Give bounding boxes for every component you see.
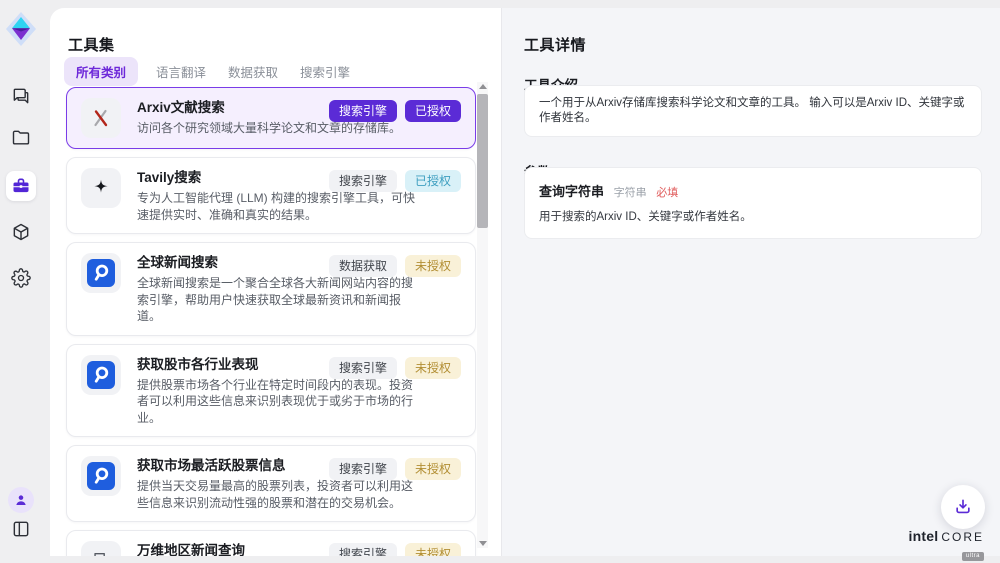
- auth-status-badge: 已授权: [405, 100, 461, 122]
- download-button[interactable]: [941, 485, 985, 529]
- sidebar-rail: [0, 0, 50, 563]
- ultra-badge: ultra: [962, 552, 984, 561]
- toolbox-icon-active[interactable]: [6, 171, 36, 201]
- intro-box: 一个用于从Arxiv存储库搜索科学论文和文章的工具。 输入可以是Arxiv ID…: [524, 85, 982, 137]
- tool-badges: 搜索引擎 未授权: [329, 357, 461, 379]
- param-description: 用于搜索的Arxiv ID、关键字或作者姓名。: [539, 208, 967, 224]
- tool-list-panel: 工具集 所有类别 语言翻译 数据获取 搜索引擎 Arxiv文献搜索 访问各个研究…: [50, 8, 501, 556]
- detail-title: 工具详情: [524, 34, 586, 55]
- category-badge: 搜索引擎: [329, 170, 397, 192]
- settings-gear-icon[interactable]: [11, 268, 31, 288]
- scroll-down-arrow-icon[interactable]: [479, 541, 487, 546]
- tab-all-categories[interactable]: 所有类别: [64, 57, 138, 86]
- cube-icon[interactable]: [11, 222, 31, 242]
- download-icon: [953, 497, 973, 517]
- scroll-up-arrow-icon[interactable]: [479, 84, 487, 89]
- folder-icon[interactable]: [11, 128, 31, 148]
- list-scrollbar[interactable]: [477, 82, 488, 548]
- chat-icon[interactable]: [11, 86, 31, 106]
- user-avatar-icon[interactable]: [8, 487, 34, 513]
- category-badge: 搜索引擎: [329, 357, 397, 379]
- tool-card-global-news[interactable]: 全球新闻搜索 全球新闻搜索是一个聚合全球各大新闻网站内容的搜索引擎，帮助用户快速…: [66, 242, 476, 336]
- param-name: 查询字符串: [539, 184, 604, 199]
- tool-description: 提供当天交易量最高的股票列表，投资者可以利用这些信息来识别流动性强的股票和潜在的…: [137, 478, 417, 511]
- tool-description: 访问各个研究领域大量科学论文和文章的存储库。: [137, 120, 417, 137]
- auth-status-badge: 未授权: [405, 543, 461, 556]
- tool-description: 全球新闻搜索是一个聚合全球各大新闻网站内容的搜索引擎，帮助用户快速获取全球最新资…: [137, 275, 417, 325]
- blue-search-logo-icon: [81, 456, 121, 496]
- tool-badges: 搜索引擎 未授权: [329, 543, 461, 556]
- auth-status-badge: 未授权: [405, 357, 461, 379]
- tool-badges: 数据获取 未授权: [329, 255, 461, 277]
- tool-detail-panel: 工具详情 工具介绍 一个用于从Arxiv存储库搜索科学论文和文章的工具。 输入可…: [501, 8, 1000, 556]
- param-required-flag: 必填: [656, 187, 678, 199]
- tool-description: 提供股票市场各个行业在特定时间段内的表现。投资者可以利用这些信息来识别表现优于或…: [137, 377, 417, 427]
- tab-language-translation[interactable]: 语言翻译: [152, 57, 210, 86]
- core-text: core: [941, 530, 984, 544]
- auth-status-badge: 已授权: [405, 170, 461, 192]
- app-logo: [4, 11, 38, 47]
- tool-card-tavily[interactable]: Tavily搜索 专为人工智能代理 (LLM) 构建的搜索引擎工具，可快速提供实…: [66, 157, 476, 234]
- sparkle-logo-icon: [81, 168, 121, 208]
- tool-card-stock-sectors[interactable]: 获取股市各行业表现 提供股票市场各个行业在特定时间段内的表现。投资者可以利用这些…: [66, 344, 476, 438]
- intel-core-logo: intel core ultra: [909, 528, 984, 562]
- tab-data-acquisition[interactable]: 数据获取: [224, 57, 282, 86]
- intro-text: 一个用于从Arxiv存储库搜索科学论文和文章的工具。 输入可以是Arxiv ID…: [539, 97, 965, 124]
- intel-text: intel: [909, 528, 939, 544]
- tool-card-regional-news[interactable]: 万维地区新闻查询 查询具体行政区划内的新闻，快速了解各地新闻动 搜索引擎 未授权: [66, 530, 476, 556]
- arxiv-logo-icon: [81, 98, 121, 138]
- tool-description: 专为人工智能代理 (LLM) 构建的搜索引擎工具，可快速提供实时、准确和真实的结…: [137, 190, 417, 223]
- param-type: 字符串: [614, 187, 647, 199]
- tool-badges: 搜索引擎 未授权: [329, 458, 461, 480]
- panel-layout-icon[interactable]: [11, 519, 31, 539]
- tool-card-active-stocks[interactable]: 获取市场最活跃股票信息 提供当天交易量最高的股票列表，投资者可以利用这些信息来识…: [66, 445, 476, 522]
- category-badge: 搜索引擎: [329, 543, 397, 556]
- param-box: 查询字符串 字符串 必填 用于搜索的Arxiv ID、关键字或作者姓名。: [524, 167, 982, 239]
- blue-search-logo-icon: [81, 355, 121, 395]
- auth-status-badge: 未授权: [405, 458, 461, 480]
- tool-badges: 搜索引擎 已授权: [329, 100, 461, 122]
- intel-core-wordmark: intel core: [909, 528, 984, 544]
- scrollbar-thumb[interactable]: [477, 94, 488, 228]
- category-tabs: 所有类别 语言翻译 数据获取 搜索引擎: [64, 57, 354, 86]
- category-badge: 搜索引擎: [329, 458, 397, 480]
- blue-search-logo-icon: [81, 253, 121, 293]
- tool-card-list: Arxiv文献搜索 访问各个研究领域大量科学论文和文章的存储库。 搜索引擎 已授…: [66, 87, 476, 556]
- auth-status-badge: 未授权: [405, 255, 461, 277]
- category-badge: 数据获取: [329, 255, 397, 277]
- newspaper-logo-icon: [81, 541, 121, 556]
- tool-badges: 搜索引擎 已授权: [329, 170, 461, 192]
- tab-search-engine[interactable]: 搜索引擎: [296, 57, 354, 86]
- page-title: 工具集: [68, 34, 115, 55]
- tool-card-arxiv[interactable]: Arxiv文献搜索 访问各个研究领域大量科学论文和文章的存储库。 搜索引擎 已授…: [66, 87, 476, 149]
- param-header: 查询字符串 字符串 必填: [539, 181, 967, 200]
- category-badge: 搜索引擎: [329, 100, 397, 122]
